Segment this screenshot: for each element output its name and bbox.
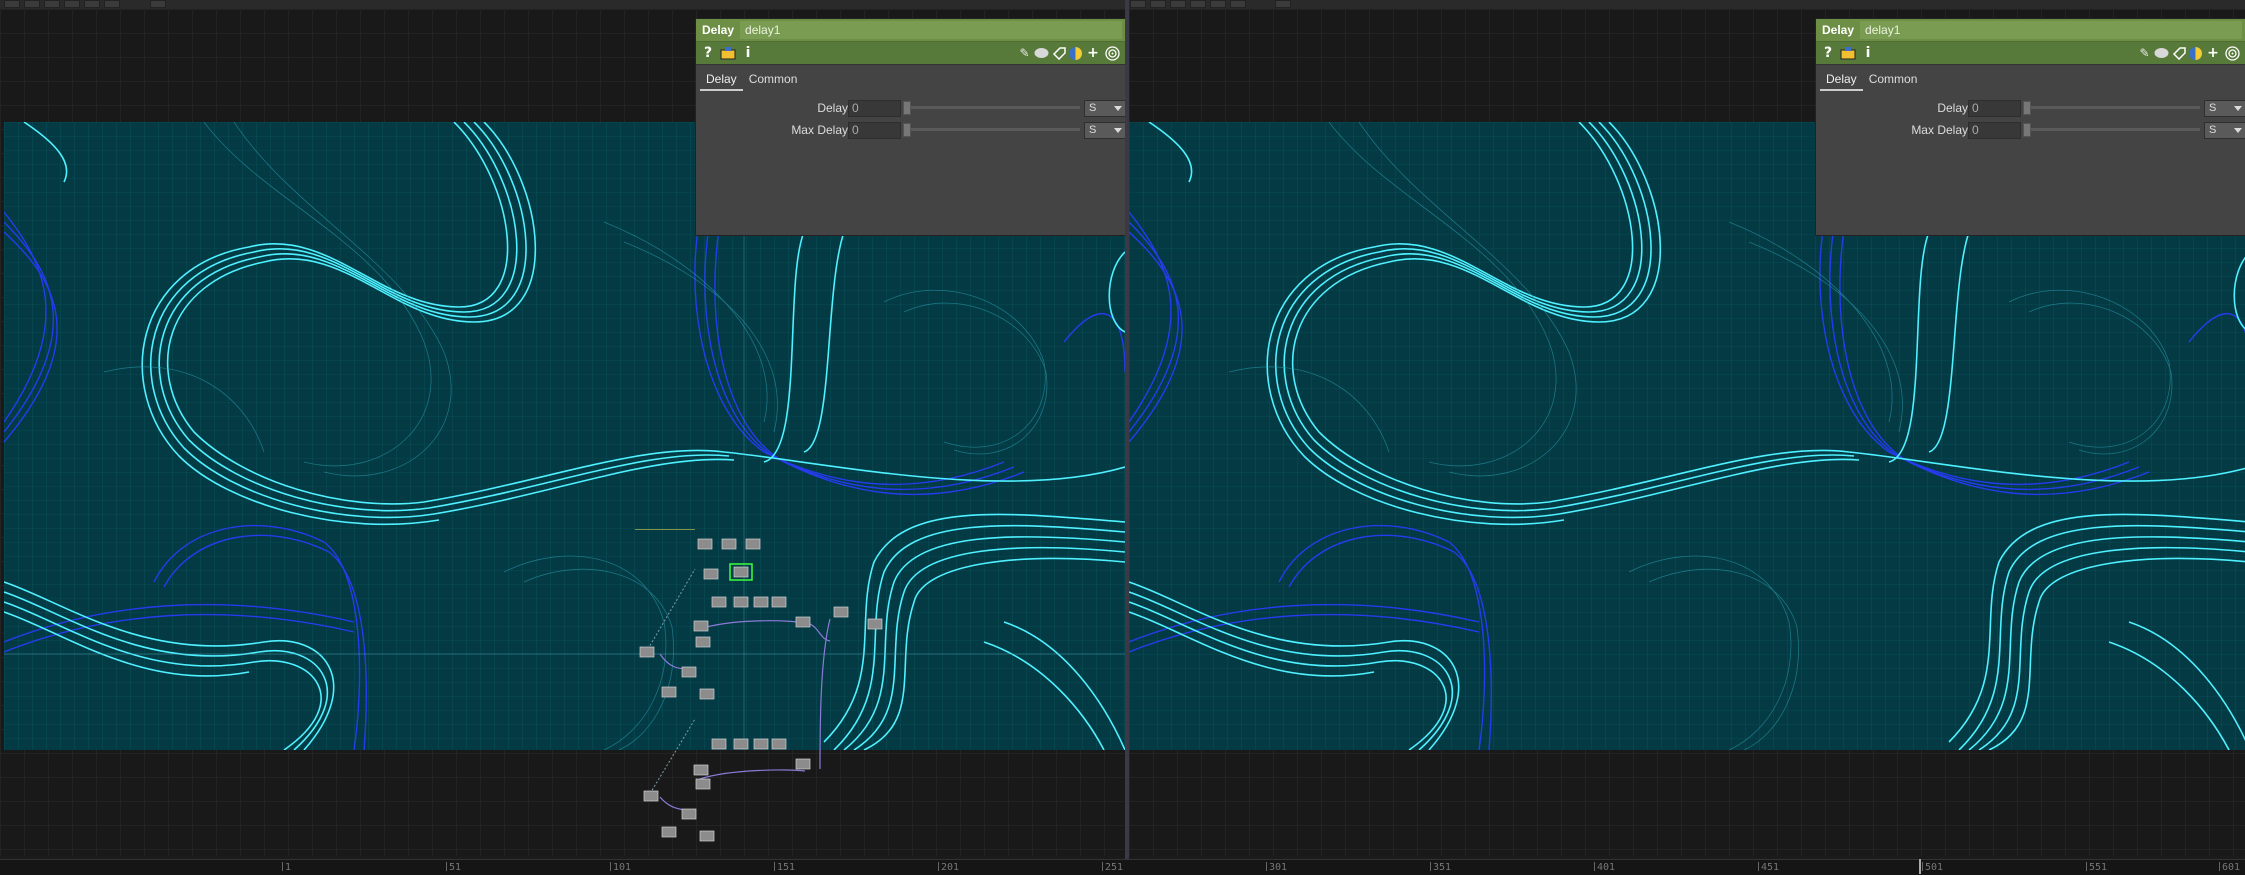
timeline-tick: 301: [1265, 862, 1288, 873]
info-icon[interactable]: i: [740, 45, 756, 61]
param-slider-track[interactable]: [905, 106, 1080, 109]
add-icon[interactable]: +: [1085, 45, 1101, 61]
param-slider-track[interactable]: [905, 128, 1080, 131]
timeline-tick: 251: [1101, 862, 1124, 873]
panel-title-bar: Delay delay1: [696, 19, 1125, 42]
param-label: Max Delay: [1911, 123, 1968, 137]
timeline-tick: 351: [1429, 862, 1452, 873]
dropdown-arrow-icon: [1114, 106, 1122, 111]
param-value-field[interactable]: 0: [1968, 100, 2021, 117]
op-type-label: Delay: [702, 23, 735, 37]
unit-dropdown[interactable]: S: [1084, 122, 1125, 139]
tab-common[interactable]: Common: [1863, 69, 1924, 91]
tag-icon[interactable]: [2171, 45, 2186, 61]
toolbar-button[interactable]: [150, 0, 166, 8]
param-slider-handle[interactable]: [2023, 101, 2031, 115]
unit-label: S: [1089, 124, 1097, 136]
unit-label: S: [2209, 102, 2217, 114]
dropdown-arrow-icon: [2234, 128, 2242, 133]
python-help-icon[interactable]: [720, 45, 736, 61]
panel-toolbar: ? i ✎ +: [696, 42, 1125, 65]
timeline-tick: 51: [445, 862, 462, 873]
right-network-pane[interactable]: Delay delay1 ? i ✎ + Delay Common Delay …: [1129, 9, 2245, 856]
node-network[interactable]: [620, 529, 890, 849]
target-icon[interactable]: [2225, 45, 2240, 61]
comment-icon[interactable]: [2154, 45, 2169, 61]
toolbar-button[interactable]: [1210, 0, 1226, 8]
param-value-field[interactable]: 0: [848, 100, 901, 117]
tab-common[interactable]: Common: [743, 69, 804, 91]
param-row-max-delay: Max Delay 0 S: [1816, 119, 2245, 141]
tab-delay[interactable]: Delay: [700, 69, 743, 91]
toolbar-button[interactable]: [84, 0, 100, 8]
toolbar-button[interactable]: [64, 0, 80, 8]
param-slider-handle[interactable]: [903, 123, 911, 137]
toolbar-button[interactable]: [4, 0, 20, 8]
timeline-tick: 551: [2085, 862, 2108, 873]
timeline-tick: 401: [1593, 862, 1616, 873]
dropdown-arrow-icon: [2234, 106, 2242, 111]
unit-dropdown[interactable]: S: [2204, 100, 2245, 117]
add-icon[interactable]: +: [2205, 45, 2221, 61]
python-icon[interactable]: [2188, 45, 2203, 61]
unit-label: S: [1089, 102, 1097, 114]
info-icon[interactable]: i: [1860, 45, 1876, 61]
python-icon[interactable]: [1068, 45, 1083, 61]
op-name-field[interactable]: delay1: [1860, 21, 2242, 39]
toolbar-button[interactable]: [1170, 0, 1186, 8]
timeline-tick: 501: [1921, 862, 1944, 873]
timeline-tick: 101: [609, 862, 632, 873]
help-icon[interactable]: ?: [700, 45, 716, 61]
timeline-tick: 201: [937, 862, 960, 873]
toolbar-button[interactable]: [44, 0, 60, 8]
param-label: Delay: [1937, 101, 1968, 115]
param-slider-track[interactable]: [2025, 106, 2200, 109]
toolbar-button[interactable]: [1130, 0, 1146, 8]
timeline-tick: 1: [281, 862, 292, 873]
help-icon[interactable]: ?: [1820, 45, 1836, 61]
param-label: Delay: [817, 101, 848, 115]
dropdown-arrow-icon: [1114, 128, 1122, 133]
panel-title-bar: Delay delay1: [1816, 19, 2245, 42]
timeline-tick: 151: [773, 862, 796, 873]
toolbar-button[interactable]: [1150, 0, 1166, 8]
param-row-delay: Delay 0 S: [696, 97, 1125, 119]
tag-icon[interactable]: [1051, 45, 1066, 61]
left-network-pane[interactable]: Delay delay1 ? i ✎ + Delay Common Delay …: [0, 9, 1125, 856]
target-icon[interactable]: [1105, 45, 1120, 61]
unit-label: S: [2209, 124, 2217, 136]
panel-toolbar: ? i ✎ +: [1816, 42, 2245, 65]
python-help-icon[interactable]: [1840, 45, 1856, 61]
param-row-max-delay: Max Delay 0 S: [696, 119, 1125, 141]
param-value-field[interactable]: 0: [848, 122, 901, 139]
param-slider-handle[interactable]: [2023, 123, 2031, 137]
unit-dropdown[interactable]: S: [2204, 122, 2245, 139]
panel-tabs: Delay Common: [696, 65, 1125, 91]
param-value-field[interactable]: 0: [1968, 122, 2021, 139]
timeline-playhead[interactable]: [1919, 859, 1921, 874]
unit-dropdown[interactable]: S: [1084, 100, 1125, 117]
param-row-delay: Delay 0 S: [1816, 97, 2245, 119]
param-slider-handle[interactable]: [903, 101, 911, 115]
panel-tabs: Delay Common: [1816, 65, 2245, 91]
toolbar-button[interactable]: [1275, 0, 1291, 8]
parameter-panel: Delay delay1 ? i ✎ + Delay Common Delay …: [1815, 18, 2245, 236]
toolbar-button[interactable]: [1190, 0, 1206, 8]
tab-delay[interactable]: Delay: [1820, 69, 1863, 91]
timeline-ruler[interactable]: 1 51 101 151 201 251 301 351 401 451 501…: [0, 859, 2245, 875]
op-name-field[interactable]: delay1: [740, 21, 1122, 39]
toolbar-button[interactable]: [104, 0, 120, 8]
pencil-icon[interactable]: ✎: [2137, 45, 2152, 61]
timeline-tick: 451: [1757, 862, 1780, 873]
comment-icon[interactable]: [1034, 45, 1049, 61]
op-type-label: Delay: [1822, 23, 1855, 37]
parameter-panel: Delay delay1 ? i ✎ + Delay Common Delay …: [695, 18, 1125, 236]
pencil-icon[interactable]: ✎: [1017, 45, 1032, 61]
toolbar-button[interactable]: [1230, 0, 1246, 8]
toolbar-button[interactable]: [24, 0, 40, 8]
param-label: Max Delay: [791, 123, 848, 137]
param-slider-track[interactable]: [2025, 128, 2200, 131]
timeline-tick: 601: [2218, 862, 2241, 873]
